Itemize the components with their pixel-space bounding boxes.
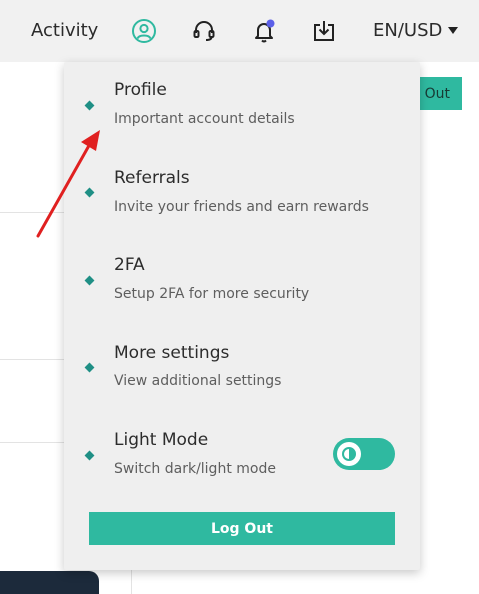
bullet-icon [84,100,95,111]
menu-item-description: Switch dark/light mode [114,461,276,477]
menu-item-more-settings[interactable]: More settings View additional settings [64,337,420,407]
menu-item-referrals[interactable]: Referrals Invite your friends and earn r… [64,162,420,232]
account-dropdown-menu: Profile Important account details Referr… [64,62,420,570]
bullet-icon [84,187,95,198]
divider [0,359,64,360]
notification-dot [266,19,275,28]
menu-item-description: Invite your friends and earn rewards [114,199,369,215]
logout-button[interactable]: Log Out [89,512,395,545]
divider [0,442,64,443]
menu-item-description: Setup 2FA for more security [114,286,310,302]
light-mode-toggle[interactable] [333,438,395,470]
background-logout-label: Out [424,85,450,102]
menu-item-title: 2FA [114,255,145,275]
bell-icon[interactable] [250,17,278,45]
bullet-icon [84,362,95,373]
download-icon[interactable] [310,17,338,45]
headset-icon[interactable] [190,17,218,45]
user-circle-icon[interactable] [130,17,158,45]
menu-item-profile[interactable]: Profile Important account details [64,74,420,144]
divider [0,212,64,213]
contrast-icon [337,442,361,466]
language-currency-label: EN/USD [373,20,443,41]
menu-item-title: Referrals [114,168,190,188]
top-navigation-bar: Activity EN/USD [0,0,479,62]
menu-item-title: More settings [114,343,230,363]
menu-item-description: View additional settings [114,373,282,389]
bullet-icon [84,275,95,286]
menu-item-title: Profile [114,80,167,100]
nav-activity-link[interactable]: Activity [31,20,98,41]
menu-item-description: Important account details [114,111,295,127]
background-dark-panel [0,571,99,594]
bullet-icon [84,450,95,461]
language-currency-selector[interactable]: EN/USD [373,20,459,41]
caret-down-icon [448,27,459,34]
menu-item-title: Light Mode [114,430,209,450]
menu-item-2fa[interactable]: 2FA Setup 2FA for more security [64,249,420,319]
